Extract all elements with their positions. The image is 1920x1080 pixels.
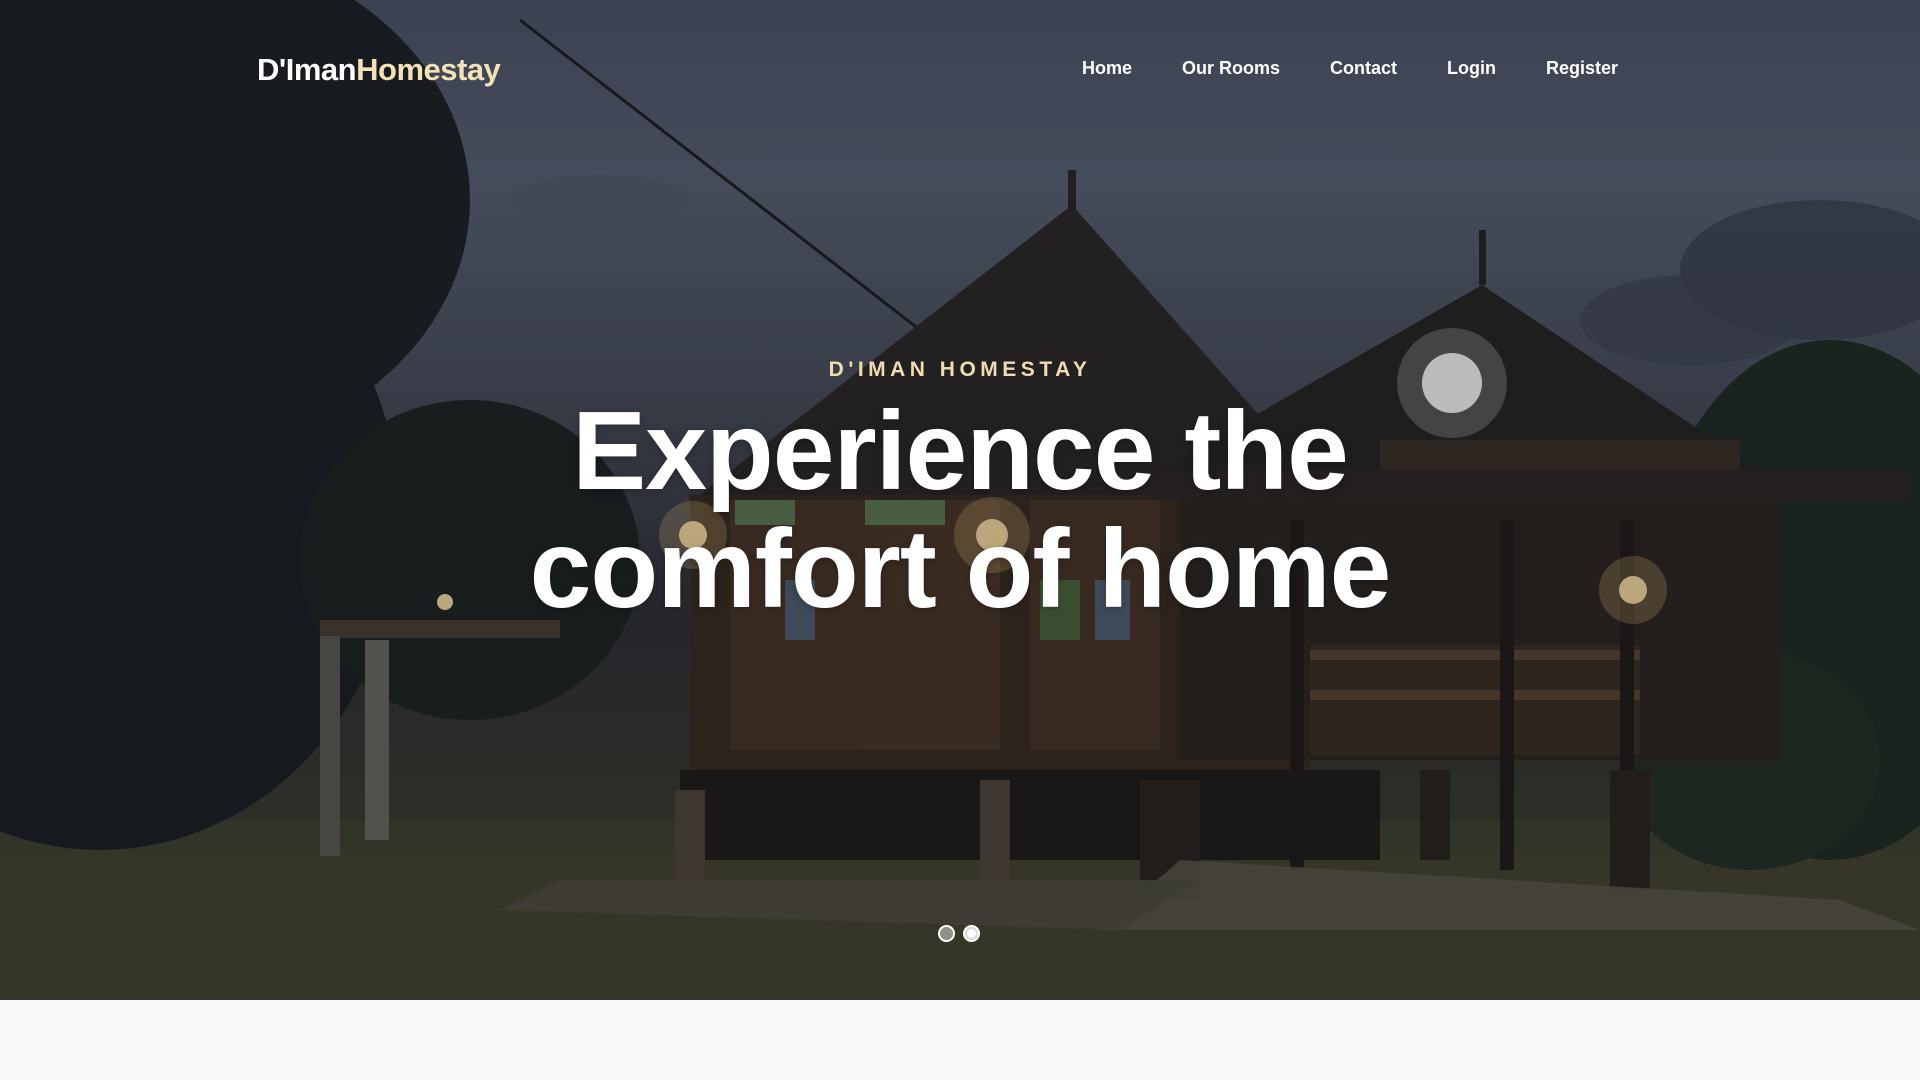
nav-link-home[interactable]: Home xyxy=(1082,58,1132,79)
brand-logo-part2: Homestay xyxy=(356,52,501,87)
carousel-indicators xyxy=(938,925,980,942)
content-section xyxy=(0,1000,1920,1080)
carousel-dot-2[interactable] xyxy=(963,925,980,942)
hero-section: D'ImanHomestay Home Our Rooms Contact Lo… xyxy=(0,0,1920,1000)
hero-headline-line1: Experience the xyxy=(572,389,1349,513)
hero-headline: Experience the comfort of home xyxy=(0,392,1920,628)
hero-eyebrow: D'IMAN HOMESTAY xyxy=(828,358,1092,381)
brand-logo-part1: D'Iman xyxy=(257,52,357,87)
main-nav: Home Our Rooms Contact Login Register xyxy=(1082,58,1618,79)
brand-logo[interactable]: D'ImanHomestay xyxy=(257,52,501,88)
hero-headline-line2: comfort of home xyxy=(529,507,1392,631)
nav-link-login[interactable]: Login xyxy=(1447,58,1496,79)
nav-link-our-rooms[interactable]: Our Rooms xyxy=(1182,58,1280,79)
carousel-dot-1[interactable] xyxy=(938,925,955,942)
nav-link-register[interactable]: Register xyxy=(1546,58,1618,79)
nav-link-contact[interactable]: Contact xyxy=(1330,58,1397,79)
